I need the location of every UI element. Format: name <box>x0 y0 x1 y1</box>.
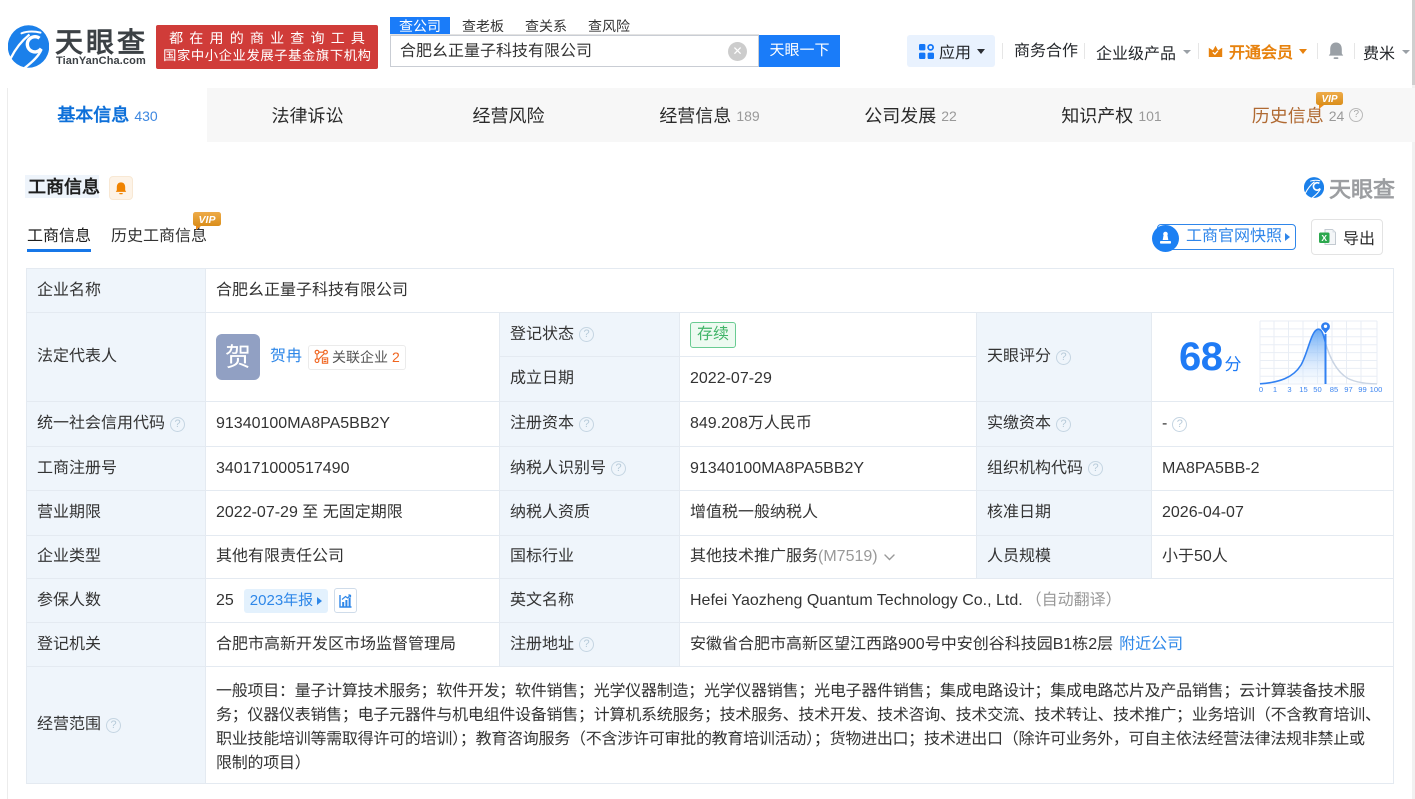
svg-text:50: 50 <box>1313 385 1321 393</box>
svg-text:VIP: VIP <box>1321 94 1337 105</box>
svg-text:X: X <box>1321 233 1327 243</box>
svg-text:3: 3 <box>1287 385 1291 393</box>
svg-text:0: 0 <box>1259 385 1263 393</box>
svg-text:85: 85 <box>1330 385 1338 393</box>
svg-text:15: 15 <box>1299 385 1307 393</box>
svg-text:97: 97 <box>1344 385 1352 393</box>
svg-text:1: 1 <box>1273 385 1277 393</box>
svg-text:VIP: VIP <box>199 214 217 226</box>
svg-text:99: 99 <box>1358 385 1366 393</box>
svg-text:100: 100 <box>1370 385 1383 393</box>
